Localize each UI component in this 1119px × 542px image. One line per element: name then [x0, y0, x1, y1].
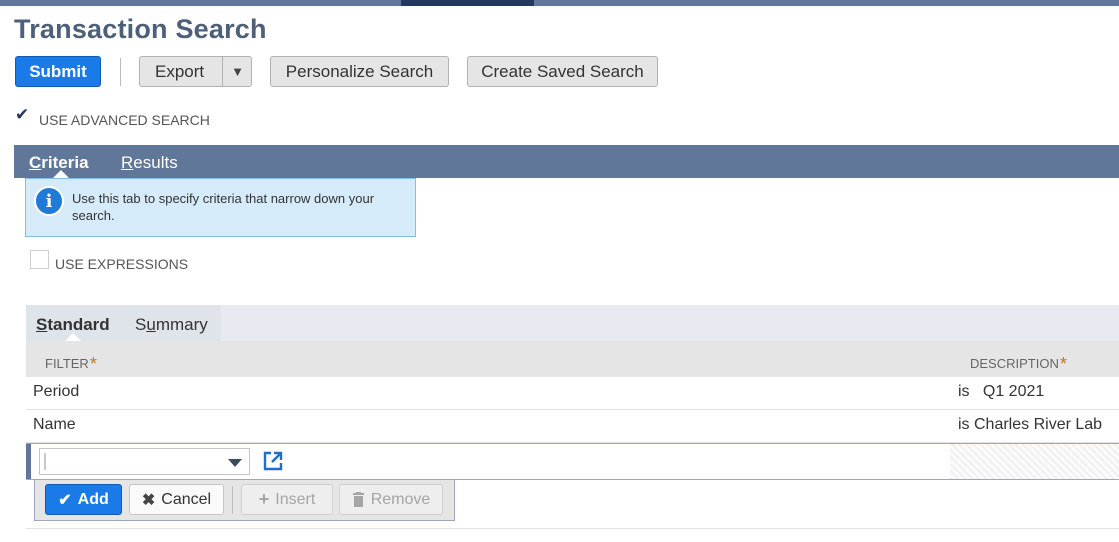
section-bottom-border: [26, 528, 1119, 529]
criteria-table-header: FILTER* DESCRIPTION*: [26, 341, 1119, 377]
row-description-cell: is Charles River Lab: [958, 416, 1103, 433]
create-saved-search-label: Create Saved Search: [481, 61, 644, 81]
use-advanced-search-checkbox[interactable]: ✔: [14, 106, 33, 125]
tab-results-label: esults: [133, 153, 178, 172]
checkmark-icon: ✔: [15, 105, 30, 124]
subtab-standard-label: tandard: [47, 315, 110, 334]
use-expressions-checkbox[interactable]: [30, 250, 49, 269]
use-expressions-label: USE EXPRESSIONS: [55, 256, 189, 272]
row-filter-cell: Name: [33, 416, 76, 433]
insert-button[interactable]: + Insert: [241, 484, 333, 515]
tab-criteria-accesskey: C: [29, 153, 42, 172]
insert-button-label: Insert: [275, 490, 316, 508]
row-description-cell: is Q1 2021: [958, 383, 1045, 400]
required-mark: *: [89, 354, 97, 374]
chevron-down-icon[interactable]: [228, 459, 242, 467]
top-nav-active-segment: [401, 0, 534, 6]
submit-button[interactable]: Submit: [15, 56, 101, 87]
active-tab-pointer: [53, 170, 69, 178]
export-button-label: Export: [155, 61, 205, 81]
text-cursor: [44, 453, 46, 470]
add-button-label: Add: [77, 490, 109, 508]
page-title: Transaction Search: [14, 14, 267, 44]
close-icon: ✖: [141, 491, 156, 509]
filter-column-label: FILTER: [45, 356, 89, 371]
use-advanced-search-label: USE ADVANCED SEARCH: [39, 112, 210, 128]
subtab-summary-accesskey: u: [146, 315, 156, 334]
export-dropdown-arrow-icon[interactable]: ▼: [223, 56, 252, 87]
remove-button[interactable]: Remove: [339, 484, 443, 515]
table-row[interactable]: Name is Charles River Lab: [26, 410, 1119, 443]
description-column-label: DESCRIPTION: [970, 356, 1059, 371]
toolbar-separator: [120, 58, 121, 86]
info-message-text: Use this tab to specify criteria that na…: [72, 191, 375, 223]
standard-summary-subtabbar: Standard Summary: [26, 305, 1119, 341]
remove-button-label: Remove: [370, 490, 431, 508]
trash-icon: [352, 492, 364, 507]
active-subtab-pointer: [65, 333, 81, 341]
checkmark-icon: ✔: [58, 491, 72, 509]
open-in-new-icon[interactable]: [262, 450, 284, 472]
table-row[interactable]: Period is Q1 2021: [26, 377, 1119, 410]
description-cell-disabled: [950, 444, 1119, 479]
description-column-header: DESCRIPTION*: [970, 352, 1067, 374]
subtab-standard[interactable]: Standard: [36, 315, 110, 335]
subtab-summary[interactable]: Summary: [135, 315, 208, 335]
info-message-box: i Use this tab to specify criteria that …: [25, 178, 416, 237]
row-filter-cell: Period: [33, 383, 80, 400]
info-icon: i: [34, 186, 64, 216]
new-filter-edit-row: [26, 443, 1119, 480]
cancel-button-label: Cancel: [161, 490, 212, 508]
tab-results[interactable]: Results: [121, 153, 178, 173]
filter-select-dropdown[interactable]: [39, 448, 250, 475]
top-nav-bar: [0, 0, 1119, 6]
subtab-standard-accesskey: S: [36, 315, 48, 334]
required-mark: *: [1059, 354, 1067, 374]
plus-icon: +: [258, 489, 270, 509]
criteria-results-tabbar: Criteria Results: [14, 145, 1119, 178]
submit-button-label: Submit: [29, 61, 87, 81]
action-separator: [232, 486, 233, 514]
tab-results-accesskey: R: [121, 153, 134, 172]
personalize-search-button[interactable]: Personalize Search: [270, 56, 449, 87]
add-button[interactable]: ✔ Add: [45, 484, 122, 515]
subtab-summary-prefix: S: [135, 315, 147, 334]
filter-column-header: FILTER*: [45, 352, 97, 374]
create-saved-search-button[interactable]: Create Saved Search: [467, 56, 658, 87]
personalize-search-label: Personalize Search: [285, 61, 434, 81]
row-action-panel: ✔ Add ✖ Cancel + Insert Remove: [34, 480, 455, 521]
cancel-button[interactable]: ✖ Cancel: [129, 484, 224, 515]
edit-row-indicator: [26, 444, 31, 479]
subtab-summary-label: mmary: [155, 315, 208, 334]
